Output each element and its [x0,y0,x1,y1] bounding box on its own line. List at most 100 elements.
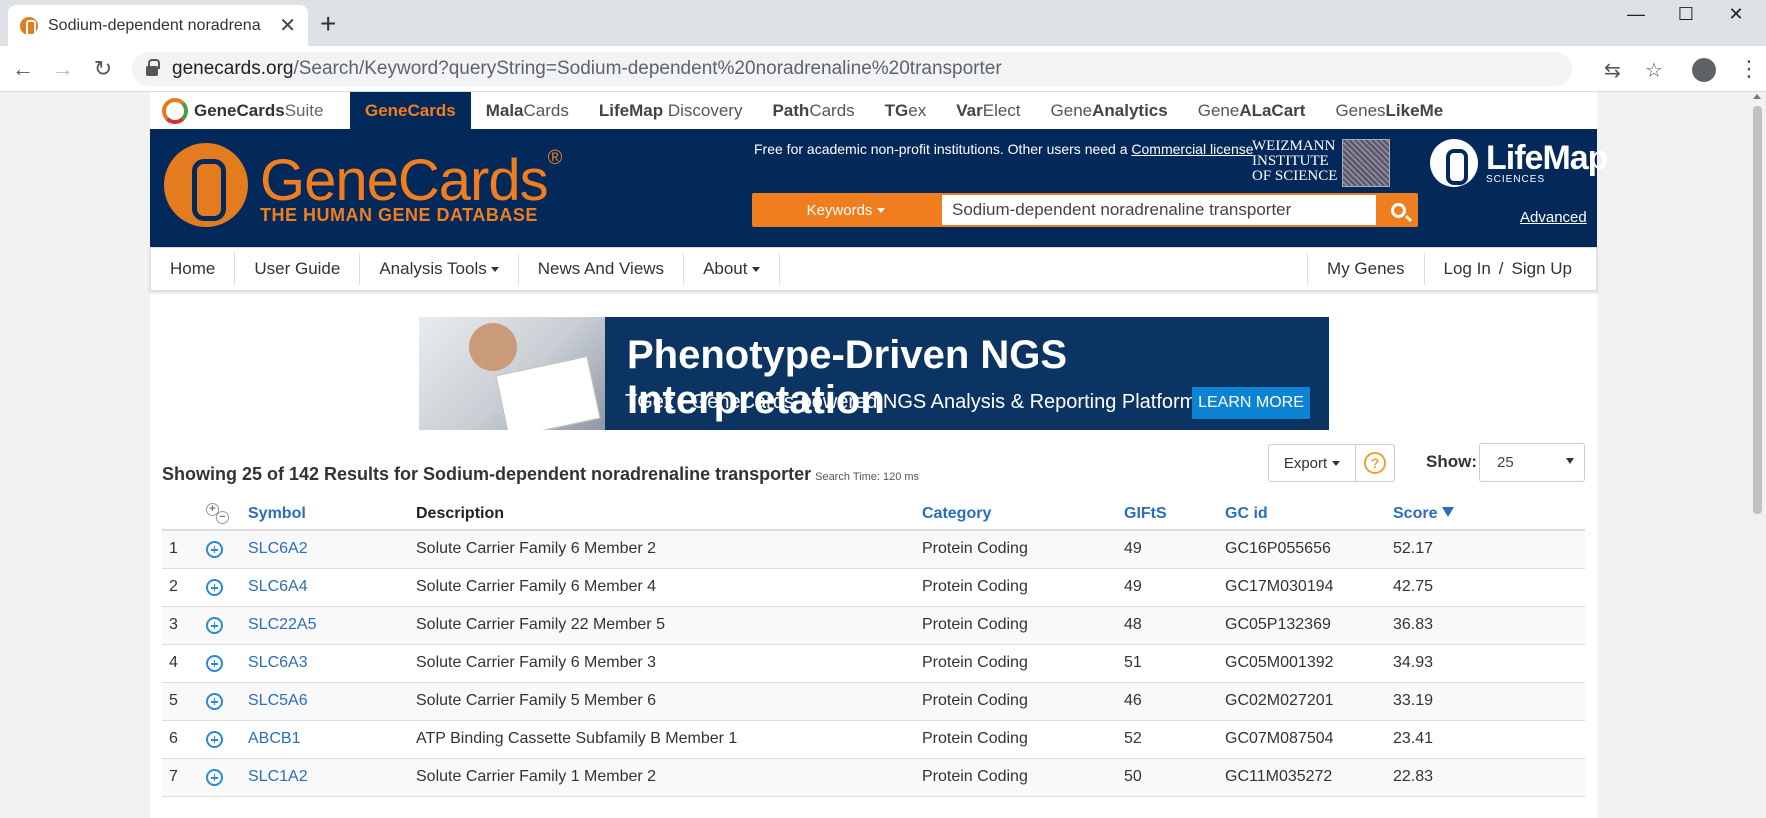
suite-item-lifemap-discovery[interactable]: LifeMap Discovery [584,92,758,129]
col-score[interactable]: Score [1386,498,1585,531]
scroll-up-icon[interactable] [1753,94,1761,99]
gene-category: Protein Coding [915,758,1117,797]
gene-gifts: 48 [1117,606,1218,645]
new-tab-icon[interactable]: + [320,8,336,40]
ad-photo [419,317,605,430]
gene-gifts: 51 [1117,644,1218,683]
maximize-icon[interactable]: ☐ [1658,0,1714,28]
page-container: GeneCards Suite Gene Cards Mala Cards LifeM… [150,92,1608,818]
suite-item-varelect[interactable]: Var Elect [941,92,1035,129]
help-button[interactable]: ? [1355,444,1395,482]
gene-symbol-link[interactable]: ABCB1 [241,720,409,759]
search-bar: Keywords [752,193,1418,227]
export-button[interactable]: Export [1268,444,1356,482]
gene-category: Protein Coding [915,682,1117,721]
search-icon [1390,202,1406,218]
nav-my-genes[interactable]: My Genes [1307,253,1425,285]
translate-icon[interactable]: ⇆ [1604,58,1621,83]
nav-analysis-tools[interactable]: Analysis Tools [360,253,519,285]
gene-gifts: 49 [1117,530,1218,569]
suite-items: Gene Cards Mala Cards LifeMap Discovery Pa… [350,92,1458,129]
url-domain: genecards.org [172,58,294,79]
gene-symbol-link[interactable]: SLC22A5 [241,606,409,645]
gene-score: 22.83 [1386,758,1585,797]
forward-arrow-icon[interactable]: → [48,54,78,84]
expand-collapse-all-icon[interactable]: + − [206,502,234,525]
expand-row-icon[interactable] [206,730,223,748]
expand-row-icon[interactable] [206,578,223,596]
gene-gcid: GC02M027201 [1218,682,1386,721]
show-count-select[interactable]: 25 [1479,443,1585,482]
nav-about[interactable]: About [684,253,780,285]
scrollbar-thumb[interactable] [1753,106,1762,514]
gene-gcid: GC05M001392 [1218,644,1386,683]
back-arrow-icon[interactable]: ← [8,54,38,84]
search-button[interactable] [1378,193,1418,227]
row-number: 3 [162,606,199,645]
browser-tab[interactable]: Sodium-dependent noradrena ✕ [8,5,308,46]
search-time: Search Time: 120 ms [815,471,920,483]
expand-row-icon[interactable] [206,540,223,558]
genecards-brand[interactable]: GeneCards® [260,147,562,214]
nav-news-and-views[interactable]: News And Views [519,253,685,285]
gene-gcid: GC17M030194 [1218,568,1386,607]
gene-symbol-link[interactable]: SLC5A6 [241,682,409,721]
star-icon[interactable]: ☆ [1645,58,1663,83]
lifemap-logo[interactable]: LifeMap SCIENCES [1430,139,1608,187]
genecards-suite-logo[interactable]: GeneCards Suite [150,97,350,124]
lock-icon [146,59,160,76]
suite-item-genecards[interactable]: Gene Cards [350,92,471,129]
search-input[interactable] [940,193,1378,227]
profile-avatar-icon[interactable] [1692,58,1716,82]
gene-symbol-link[interactable]: SLC6A4 [241,568,409,607]
expand-row-icon[interactable] [206,616,223,634]
weizmann-logo[interactable]: WEIZMANN INSTITUTE OF SCIENCE [1252,139,1390,187]
expand-row-icon[interactable] [206,654,223,672]
search-type-dropdown[interactable]: Keywords [752,193,940,227]
gene-symbol-link[interactable]: SLC6A3 [241,644,409,683]
login-link[interactable]: Log In [1444,259,1491,279]
nav-user-guide[interactable]: User Guide [235,253,361,285]
col-symbol[interactable]: Symbol [241,498,409,531]
gene-symbol-link[interactable]: SLC1A2 [241,758,409,797]
gene-score: 52.17 [1386,530,1585,569]
reload-icon[interactable]: ↻ [88,54,118,84]
browser-toolbar: ← → ↻ genecards.org/Search/Keyword?query… [0,46,1766,92]
genecards-dna-logo-icon[interactable] [164,143,248,227]
suite-item-geneslikeme[interactable]: Genes Like Me [1320,92,1458,129]
suite-item-pathcards[interactable]: Path Cards [757,92,869,129]
minimize-icon[interactable]: — [1608,0,1664,28]
expand-row-icon[interactable] [206,692,223,710]
caret-down-icon [751,266,760,272]
gene-gcid: GC07M087504 [1218,720,1386,759]
nav-home[interactable]: Home [151,253,236,285]
menu-kebab-icon[interactable]: ⋮ [1738,56,1760,82]
col-gcid[interactable]: GC id [1218,498,1386,531]
browser-tab-bar: Sodium-dependent noradrena ✕ + — ☐ ✕ [0,0,1766,46]
gene-gcid: GC11M035272 [1218,758,1386,797]
suite-item-genealacart[interactable]: Gene ALaCart [1183,92,1321,129]
close-icon[interactable]: ✕ [279,13,296,38]
suite-logo-icon [162,97,188,124]
row-number: 1 [162,530,199,569]
suite-item-tgex[interactable]: TG ex [870,92,942,129]
commercial-license-link[interactable]: Commercial license [1131,141,1253,157]
gene-description: Solute Carrier Family 6 Member 3 [409,644,915,683]
col-gifts[interactable]: GIFtS [1117,498,1218,531]
col-category[interactable]: Category [915,498,1117,531]
tgex-advertisement[interactable]: Phenotype-Driven NGS Interpretation TGex… [419,317,1329,430]
gene-symbol-link[interactable]: SLC6A2 [241,530,409,569]
suite-item-geneanalytics[interactable]: Gene Analytics [1036,92,1183,129]
window-close-icon[interactable]: ✕ [1708,0,1764,28]
gene-gifts: 52 [1117,720,1218,759]
suite-item-malacards[interactable]: Mala Cards [471,92,584,129]
advanced-search-link[interactable]: Advanced [1520,209,1587,226]
tab-title: Sodium-dependent noradrena [48,16,261,34]
page-scrollbar[interactable] [1749,92,1766,818]
learn-more-button[interactable]: LEARN MORE [1192,387,1310,419]
expand-row-icon[interactable] [206,768,223,786]
address-bar[interactable]: genecards.org/Search/Keyword?queryString… [132,52,1572,86]
gene-gifts: 46 [1117,682,1218,721]
signup-link[interactable]: Sign Up [1512,259,1572,279]
caret-down-icon [1332,460,1341,466]
